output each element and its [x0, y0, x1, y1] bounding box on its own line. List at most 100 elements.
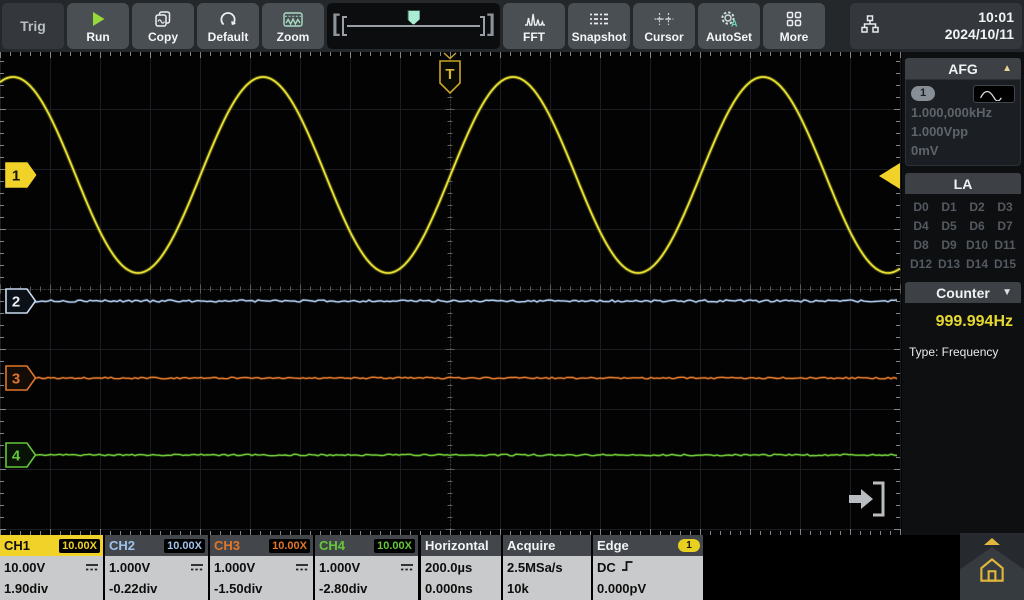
counter-value: 999.994Hz	[909, 313, 1017, 331]
ch1-name: CH1	[4, 538, 30, 553]
channel2-panel[interactable]: CH2 10.00X 1.000V -0.22div	[105, 535, 208, 600]
afg-panel-header[interactable]: AFG ▲	[905, 58, 1021, 79]
zoom-button[interactable]: Zoom	[262, 3, 324, 49]
dc-coupling-icon	[295, 560, 309, 575]
la-d13: D13	[935, 257, 963, 271]
afg-frequency: 1.000,000kHz	[911, 103, 1015, 122]
ch4-probe-badge: 10.00X	[374, 539, 415, 553]
trigger-level: 0.000pV	[597, 581, 646, 596]
autoset-label: AutoSet	[706, 31, 752, 44]
afg-offset: 0mV	[911, 141, 1015, 160]
la-d3: D3	[991, 200, 1019, 214]
slider-inner-bracket-right	[480, 16, 485, 36]
ch3-name: CH3	[214, 538, 240, 553]
la-d2: D2	[963, 200, 991, 214]
horizontal-title: Horizontal	[425, 538, 489, 553]
slider-outer-bracket-right: ]	[487, 14, 495, 34]
channel3-panel[interactable]: CH3 10.00X 1.000V -1.50div	[210, 535, 313, 600]
collapse-down-icon[interactable]: ▼	[1002, 287, 1012, 298]
collapse-up-icon[interactable]	[984, 538, 1000, 545]
home-icon[interactable]	[977, 555, 1007, 585]
svg-text:1: 1	[12, 168, 20, 185]
channel1-panel[interactable]: CH1 10.00X 10.00V 1.90div	[0, 535, 103, 600]
la-d14: D14	[963, 257, 991, 271]
counter-title: Counter	[936, 285, 990, 301]
horizontal-scale: 200.0µs	[425, 560, 472, 575]
fft-label: FFT	[523, 31, 545, 44]
clock-date: 2024/10/11	[945, 26, 1014, 43]
svg-text:A: A	[731, 19, 738, 29]
channel3-position-marker[interactable]: 3	[5, 365, 37, 391]
ch1-scale: 10.00V	[4, 560, 45, 575]
channel4-position-marker[interactable]: 4	[5, 442, 37, 468]
right-sidebar: AFG ▲ 1 1.000,000kHz 1.000Vpp 0mV LA D0 …	[902, 52, 1024, 535]
channel1-position-marker[interactable]: 1	[5, 162, 37, 188]
trigger-source-badge: 1	[678, 539, 700, 552]
trigger-status-label: Trig	[2, 3, 64, 49]
slider-thumb[interactable]	[407, 10, 420, 25]
ch2-probe-badge: 10.00X	[164, 539, 205, 553]
la-d7: D7	[991, 219, 1019, 233]
run-label: Run	[86, 31, 109, 44]
afg-channel-badge: 1	[911, 86, 935, 101]
trigger-panel[interactable]: Edge 1 DC 0.000pV	[593, 535, 703, 600]
trigger-coupling: DC	[597, 560, 616, 575]
la-d8: D8	[907, 238, 935, 252]
spectrum-icon	[523, 9, 545, 30]
autoset-button[interactable]: A AutoSet	[698, 3, 760, 49]
ch3-probe-badge: 10.00X	[269, 539, 310, 553]
more-label: More	[780, 31, 809, 44]
oscilloscope-screen: Trig Run Copy	[0, 0, 1024, 600]
dc-coupling-icon	[85, 560, 99, 575]
trigger-level-arrow[interactable]	[877, 161, 901, 191]
slider-track[interactable]	[347, 25, 480, 27]
channel4-panel[interactable]: CH4 10.00X 1.000V -2.80div	[315, 535, 418, 600]
acquire-panel[interactable]: Acquire 2.5MSa/s 10k	[503, 535, 591, 600]
play-icon	[88, 9, 108, 30]
svg-text:2: 2	[12, 294, 20, 311]
top-toolbar: Trig Run Copy	[0, 0, 1024, 52]
more-button[interactable]: More	[763, 3, 825, 49]
trigger-position-marker[interactable]: T	[437, 52, 463, 98]
dc-coupling-icon	[400, 560, 414, 575]
ch1-probe-badge: 10.00X	[59, 539, 100, 553]
afg-panel-body[interactable]: 1 1.000,000kHz 1.000Vpp 0mV	[905, 79, 1021, 166]
gear-a-icon: A	[718, 9, 740, 30]
sine-wave-icon	[973, 85, 1015, 103]
expand-menu-icon[interactable]	[844, 478, 890, 520]
snapshot-button[interactable]: Snapshot	[568, 3, 630, 49]
network-icon[interactable]	[858, 12, 882, 41]
run-button[interactable]: Run	[67, 3, 129, 49]
clock-panel: 10:01 2024/10/11	[850, 3, 1022, 49]
ch2-name: CH2	[109, 538, 135, 553]
default-button[interactable]: Default	[197, 3, 259, 49]
trigger-title: Edge	[597, 538, 629, 553]
bottom-status-bar: CH1 10.00X 10.00V 1.90div CH2 10.00X 1.0…	[0, 535, 1024, 600]
dc-coupling-icon	[190, 560, 204, 575]
slider-outer-bracket-left: [	[332, 14, 340, 34]
ch3-scale: 1.000V	[214, 560, 255, 575]
default-label: Default	[208, 31, 249, 44]
la-d11: D11	[991, 238, 1019, 252]
ch4-scale: 1.000V	[319, 560, 360, 575]
la-d10: D10	[963, 238, 991, 252]
afg-amplitude: 1.000Vpp	[911, 122, 1015, 141]
horizontal-panel[interactable]: Horizontal 200.0µs 0.000ns	[421, 535, 501, 600]
fft-button[interactable]: FFT	[503, 3, 565, 49]
channel2-position-marker[interactable]: 2	[5, 288, 37, 314]
horizontal-position-slider[interactable]: [ ]	[327, 3, 500, 49]
collapse-up-icon[interactable]: ▲	[1002, 63, 1012, 74]
la-d0: D0	[907, 200, 935, 214]
cursor-cross-icon	[653, 9, 675, 30]
ch3-position: -1.50div	[214, 581, 262, 596]
copy-button[interactable]: Copy	[132, 3, 194, 49]
cursor-button[interactable]: Cursor	[633, 3, 695, 49]
zoom-label: Zoom	[277, 31, 310, 44]
ch2-position: -0.22div	[109, 581, 157, 596]
la-panel-header[interactable]: LA	[905, 173, 1021, 194]
la-d15: D15	[991, 257, 1019, 271]
horizontal-delay: 0.000ns	[425, 581, 473, 596]
counter-panel-header[interactable]: Counter ▼	[905, 282, 1021, 303]
home-corner-panel[interactable]	[960, 533, 1024, 600]
acquire-mem-depth: 10k	[507, 581, 529, 596]
